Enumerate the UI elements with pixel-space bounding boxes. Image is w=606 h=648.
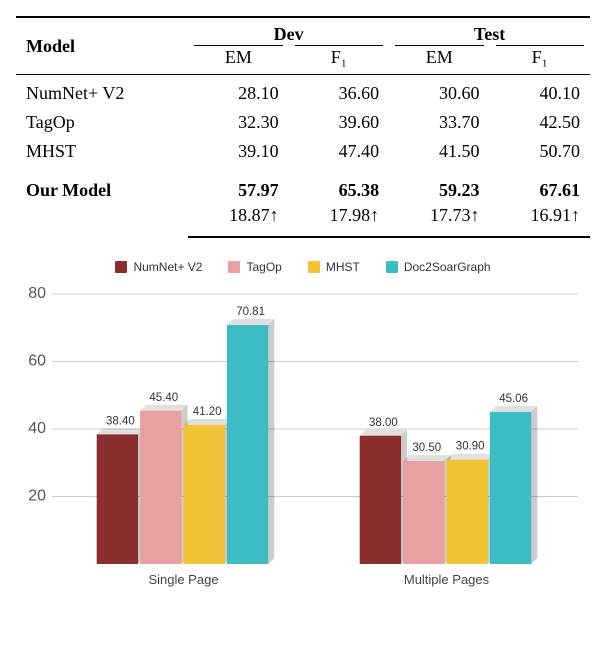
svg-text:40: 40 xyxy=(28,420,46,437)
cell: 67.61 xyxy=(490,166,590,205)
legend-label: NumNet+ V2 xyxy=(133,260,202,274)
chart-legend: NumNet+ V2 TagOp MHST Doc2SoarGraph xyxy=(16,260,590,274)
cell: 30.60 xyxy=(389,75,489,109)
legend-label: TagOp xyxy=(246,260,281,274)
cell: 50.70 xyxy=(490,137,590,166)
col-test: Test xyxy=(389,17,590,45)
cell: 39.60 xyxy=(289,108,389,137)
col-test-em: EM xyxy=(389,45,489,75)
cell-model: Our Model xyxy=(16,166,188,237)
legend-swatch-icon xyxy=(308,261,320,273)
svg-text:38.00: 38.00 xyxy=(369,417,398,429)
svg-text:38.40: 38.40 xyxy=(106,415,135,427)
cell: 33.70 xyxy=(389,108,489,137)
cell: 16.91↑ xyxy=(490,205,590,237)
cell: 17.73↑ xyxy=(389,205,489,237)
table: Model Dev Test EM F₁ EM F₁ NumNet+ V2 28… xyxy=(16,16,590,238)
results-table: Model Dev Test EM F₁ EM F₁ NumNet+ V2 28… xyxy=(16,16,590,238)
col-model: Model xyxy=(16,17,188,75)
cell: 40.10 xyxy=(490,75,590,109)
cell-model: NumNet+ V2 xyxy=(16,75,188,109)
table-row: TagOp 32.30 39.60 33.70 42.50 xyxy=(16,108,590,137)
legend-swatch-icon xyxy=(115,261,127,273)
cell: 59.23 xyxy=(389,166,489,205)
legend-swatch-icon xyxy=(386,261,398,273)
cell: 39.10 xyxy=(188,137,288,166)
legend-label: MHST xyxy=(326,260,360,274)
svg-text:45.06: 45.06 xyxy=(499,393,528,405)
cell: 41.50 xyxy=(389,137,489,166)
cell: 42.50 xyxy=(490,108,590,137)
col-dev-f1: F₁ xyxy=(289,45,389,75)
col-dev-em: EM xyxy=(188,45,288,75)
svg-text:70.81: 70.81 xyxy=(236,306,265,318)
col-dev: Dev xyxy=(188,17,389,45)
cell: 32.30 xyxy=(188,108,288,137)
table-row-our: Our Model 57.97 65.38 59.23 67.61 xyxy=(16,166,590,205)
legend-item: Doc2SoarGraph xyxy=(386,260,491,274)
svg-text:30.90: 30.90 xyxy=(456,441,485,453)
svg-text:Single Page: Single Page xyxy=(148,572,218,587)
legend-label: Doc2SoarGraph xyxy=(404,260,491,274)
legend-item: NumNet+ V2 xyxy=(115,260,202,274)
table-row: MHST 39.10 47.40 41.50 50.70 xyxy=(16,137,590,166)
svg-text:60: 60 xyxy=(28,353,46,370)
legend-swatch-icon xyxy=(228,261,240,273)
svg-text:80: 80 xyxy=(28,285,46,302)
cell: 18.87↑ xyxy=(188,205,288,237)
svg-text:30.50: 30.50 xyxy=(412,442,441,454)
cell: 36.60 xyxy=(289,75,389,109)
cell: 57.97 xyxy=(188,166,288,205)
table-row: NumNet+ V2 28.10 36.60 30.60 40.10 xyxy=(16,75,590,109)
bar-chart: NumNet+ V2 TagOp MHST Doc2SoarGraph 20 40… xyxy=(16,260,590,594)
cell: 47.40 xyxy=(289,137,389,166)
chart-plot: 20 40 60 80 38.40 45.40 41.20 70.81 Single Page 3… xyxy=(18,284,588,594)
col-test-f1: F₁ xyxy=(490,45,590,75)
cell-model: TagOp xyxy=(16,108,188,137)
cell: 65.38 xyxy=(289,166,389,205)
cell: 17.98↑ xyxy=(289,205,389,237)
svg-text:20: 20 xyxy=(28,488,46,505)
svg-text:Multiple Pages: Multiple Pages xyxy=(404,572,490,587)
chart-svg: 20 40 60 80 38.40 45.40 41.20 70.81 Single Page 3… xyxy=(18,284,588,594)
legend-item: TagOp xyxy=(228,260,281,274)
svg-text:45.40: 45.40 xyxy=(149,392,178,404)
cell: 28.10 xyxy=(188,75,288,109)
svg-text:41.20: 41.20 xyxy=(193,406,222,418)
cell-model: MHST xyxy=(16,137,188,166)
legend-item: MHST xyxy=(308,260,360,274)
